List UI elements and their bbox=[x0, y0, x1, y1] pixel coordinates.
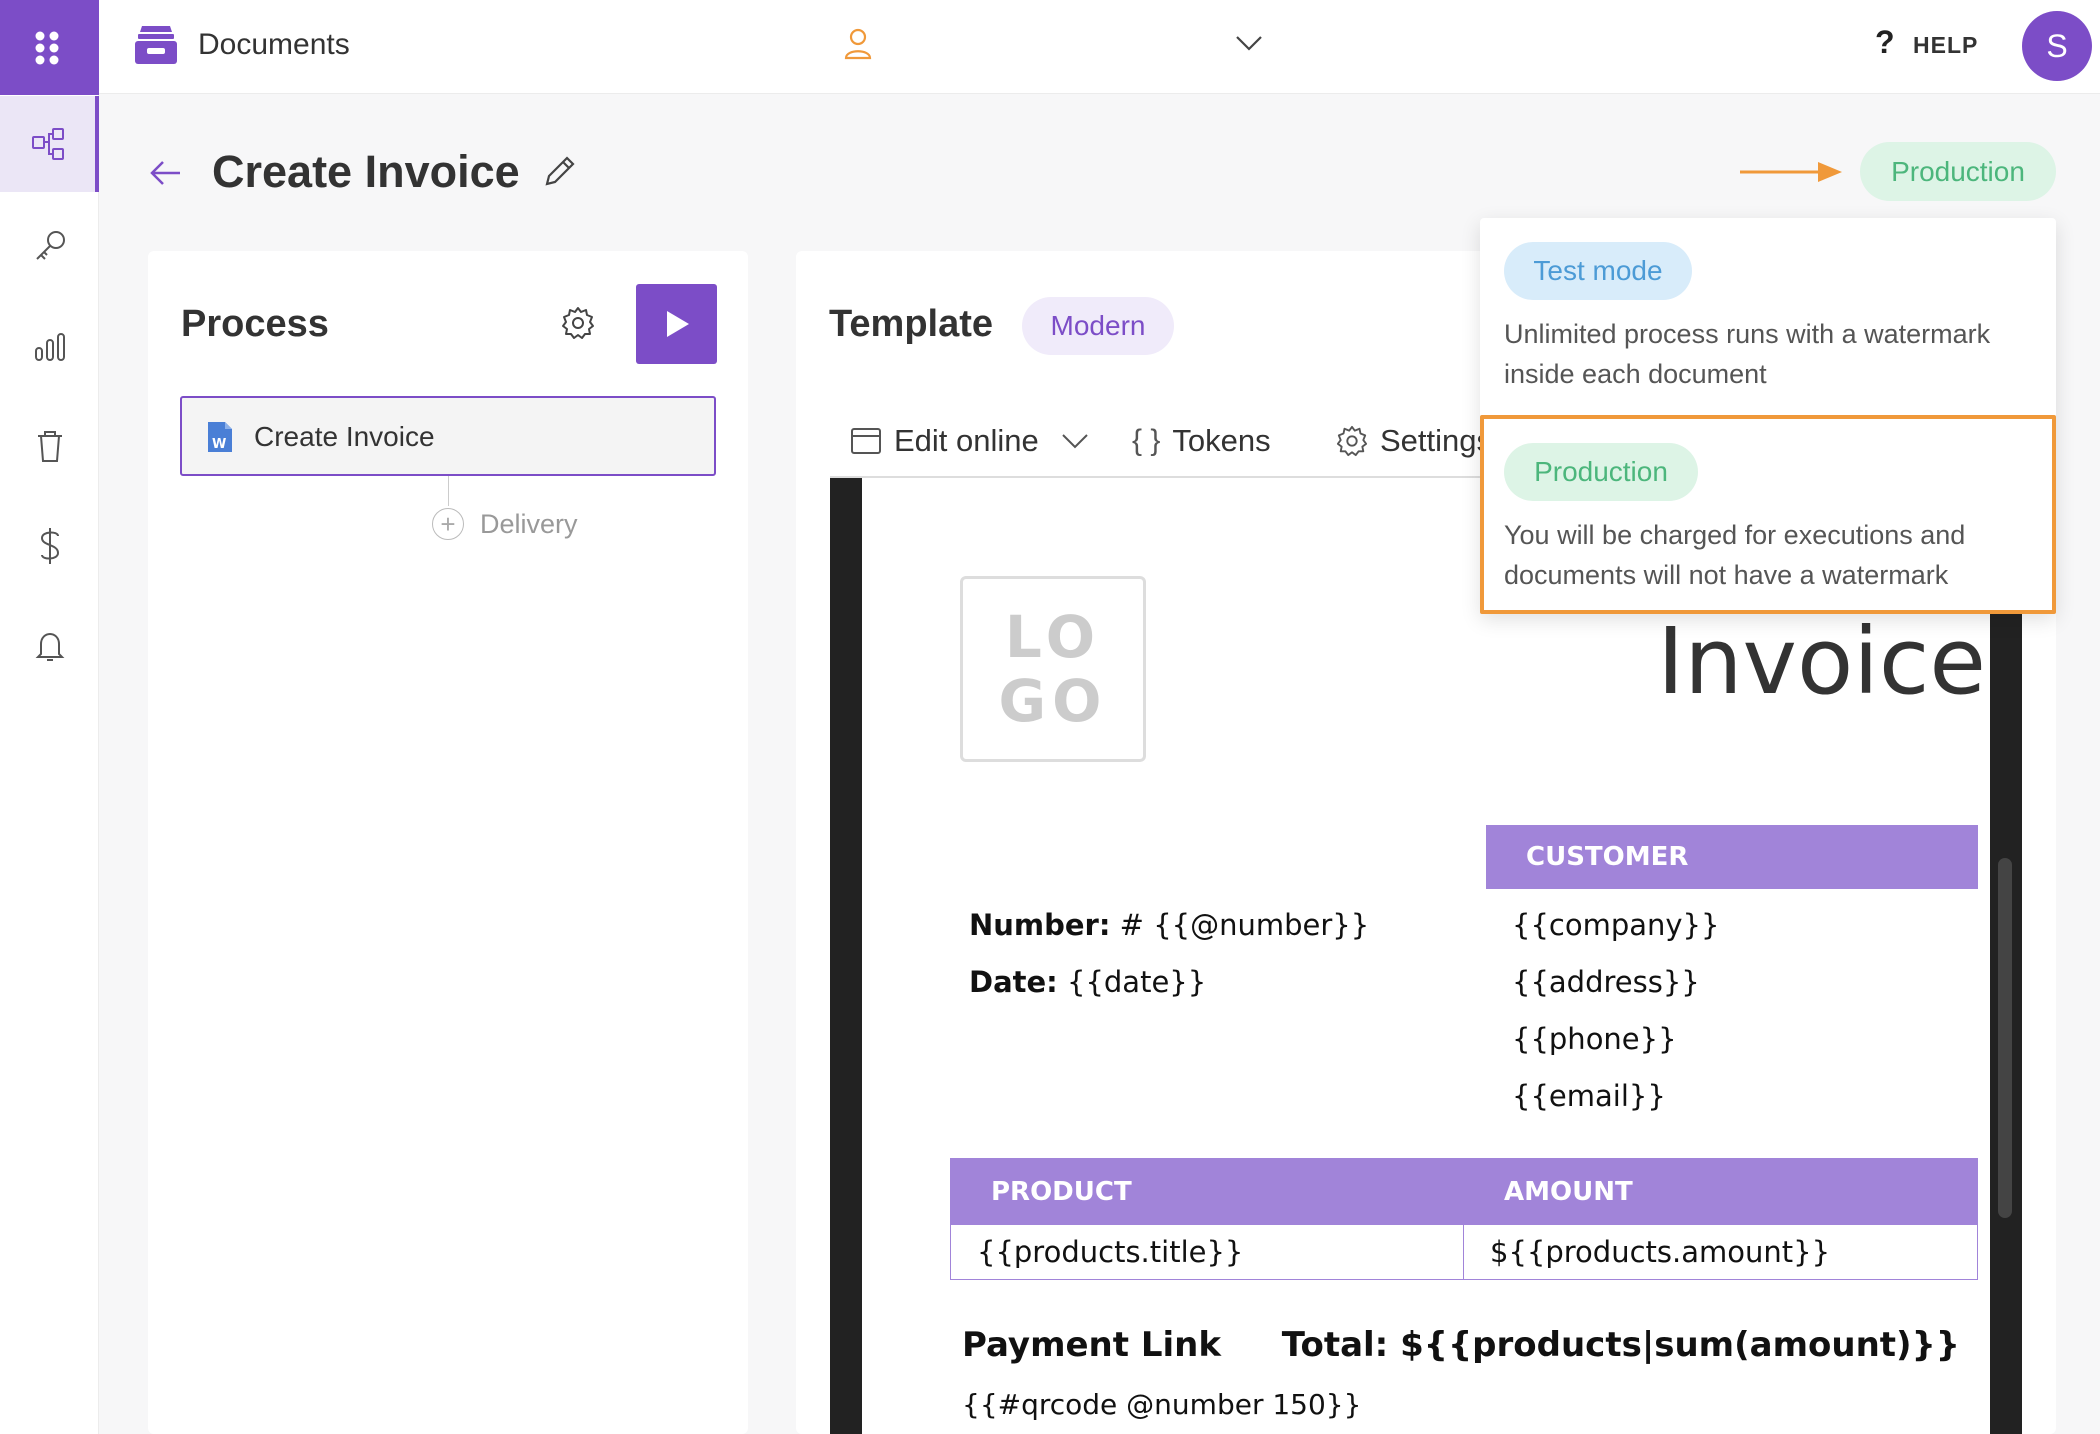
settings-button[interactable]: Settings bbox=[1336, 411, 1492, 471]
add-step-plus-icon[interactable]: + bbox=[432, 508, 464, 540]
customer-header: CUSTOMER bbox=[1486, 825, 1978, 889]
number-line: Number: # {{@number}} bbox=[969, 908, 1369, 942]
settings-label: Settings bbox=[1380, 423, 1493, 458]
table-cell-amount: ${{products.amount}} bbox=[1490, 1235, 1831, 1269]
back-arrow-icon[interactable] bbox=[148, 158, 182, 188]
step-connector bbox=[448, 476, 449, 506]
logo-line-1: LO bbox=[1004, 603, 1102, 671]
tokens-button[interactable]: { } Tokens bbox=[1132, 411, 1271, 471]
customer-email: {{email}} bbox=[1512, 1079, 1666, 1113]
window-icon bbox=[851, 428, 881, 454]
date-label: Date: bbox=[969, 965, 1058, 999]
template-style-badge[interactable]: Modern bbox=[1022, 297, 1174, 355]
run-process-button[interactable] bbox=[636, 284, 717, 364]
table-header-product: PRODUCT bbox=[991, 1177, 1132, 1207]
app-title: Documents bbox=[198, 28, 350, 61]
products-table: PRODUCT AMOUNT {{products.title}} ${{pro… bbox=[950, 1158, 1978, 1280]
table-header-row: PRODUCT AMOUNT bbox=[951, 1159, 1977, 1225]
preview-scrollbar[interactable] bbox=[1998, 858, 2012, 1218]
invoice-heading: Invoice bbox=[1657, 608, 1986, 715]
document-page: LO GO Invoice CUSTOMER Number: # {{@numb… bbox=[862, 478, 1990, 1434]
user-icon[interactable] bbox=[844, 28, 872, 60]
production-pill: Production bbox=[1504, 443, 1698, 501]
add-delivery-link[interactable]: Delivery bbox=[480, 509, 578, 540]
document-preview: LO GO Invoice CUSTOMER Number: # {{@numb… bbox=[830, 478, 2022, 1434]
bar-chart-icon bbox=[34, 333, 65, 361]
process-title: Process bbox=[181, 303, 329, 345]
table-row: {{products.title}} ${{products.amount}} bbox=[951, 1225, 1977, 1279]
word-doc-icon: W bbox=[208, 422, 232, 452]
workflow-icon bbox=[31, 128, 64, 160]
grid-dots-icon bbox=[35, 31, 58, 64]
page-title: Create Invoice bbox=[212, 146, 520, 197]
tokens-label: Tokens bbox=[1172, 423, 1271, 458]
sidebar-item-keys[interactable] bbox=[0, 198, 99, 294]
key-icon bbox=[35, 231, 65, 260]
qrcode-token: {{#qrcode @number 150}} bbox=[962, 1388, 1362, 1421]
test-mode-pill: Test mode bbox=[1504, 242, 1692, 300]
template-title: Template bbox=[829, 303, 994, 345]
number-value: # {{@number}} bbox=[1110, 908, 1370, 942]
customer-phone: {{phone}} bbox=[1512, 1022, 1677, 1056]
date-value: {{date}} bbox=[1057, 965, 1207, 999]
customer-address: {{address}} bbox=[1512, 965, 1700, 999]
help-icon[interactable]: ? bbox=[1875, 24, 1895, 61]
table-cell-product: {{products.title}} bbox=[951, 1225, 1464, 1279]
play-icon bbox=[666, 311, 689, 337]
logo-line-2: GO bbox=[998, 667, 1108, 735]
apps-menu-button[interactable] bbox=[0, 0, 99, 95]
gear-icon bbox=[1336, 425, 1368, 457]
step-label: Create Invoice bbox=[254, 421, 435, 452]
gear-icon[interactable] bbox=[561, 306, 595, 340]
process-step-create-invoice[interactable]: W Create Invoice bbox=[180, 396, 716, 476]
sidebar-item-analytics[interactable] bbox=[0, 298, 99, 394]
top-bar: Documents ? HELP S bbox=[99, 0, 2100, 94]
process-panel: Process W Create Invoice + Delivery bbox=[148, 251, 748, 1434]
sidebar-item-billing[interactable] bbox=[0, 498, 99, 594]
sidebar bbox=[0, 0, 99, 1434]
number-label: Number: bbox=[969, 908, 1111, 942]
logo-placeholder: LO GO bbox=[960, 576, 1146, 762]
braces-icon: { } bbox=[1132, 424, 1161, 457]
production-description: You will be charged for executions and d… bbox=[1504, 520, 1966, 590]
bell-icon bbox=[35, 632, 64, 661]
sidebar-item-notifications[interactable] bbox=[0, 598, 99, 694]
customer-company: {{company}} bbox=[1512, 908, 1720, 942]
avatar[interactable]: S bbox=[2022, 11, 2092, 81]
pencil-icon[interactable] bbox=[541, 154, 577, 190]
mode-dropdown: Test mode Unlimited process runs with a … bbox=[1480, 218, 2056, 614]
date-line: Date: {{date}} bbox=[969, 965, 1206, 999]
annotation-arrow-icon bbox=[1740, 162, 1842, 182]
sidebar-item-workflows[interactable] bbox=[0, 96, 99, 192]
edit-online-button[interactable]: Edit online bbox=[850, 411, 1089, 471]
chevron-down-icon[interactable] bbox=[1235, 34, 1263, 52]
mode-badge-button[interactable]: Production bbox=[1860, 142, 2056, 201]
payment-link-heading: Payment Link bbox=[962, 1325, 1221, 1365]
table-header-amount: AMOUNT bbox=[1504, 1177, 1633, 1207]
sidebar-item-trash[interactable] bbox=[0, 398, 99, 494]
svg-text:W: W bbox=[212, 437, 226, 452]
documents-logo-icon bbox=[135, 26, 177, 64]
help-link[interactable]: HELP bbox=[1913, 32, 1978, 59]
trash-icon bbox=[37, 431, 62, 462]
chevron-down-icon[interactable] bbox=[1061, 432, 1089, 450]
dollar-icon bbox=[40, 528, 59, 564]
mode-option-test[interactable]: Test mode Unlimited process runs with a … bbox=[1480, 218, 2056, 412]
total-line: Total: ${{products|sum(amount)}} bbox=[1281, 1325, 1960, 1365]
mode-option-production[interactable]: Production You will be charged for execu… bbox=[1480, 415, 2056, 614]
edit-online-label: Edit online bbox=[894, 423, 1039, 458]
test-mode-description: Unlimited process runs with a watermark … bbox=[1504, 319, 1991, 389]
